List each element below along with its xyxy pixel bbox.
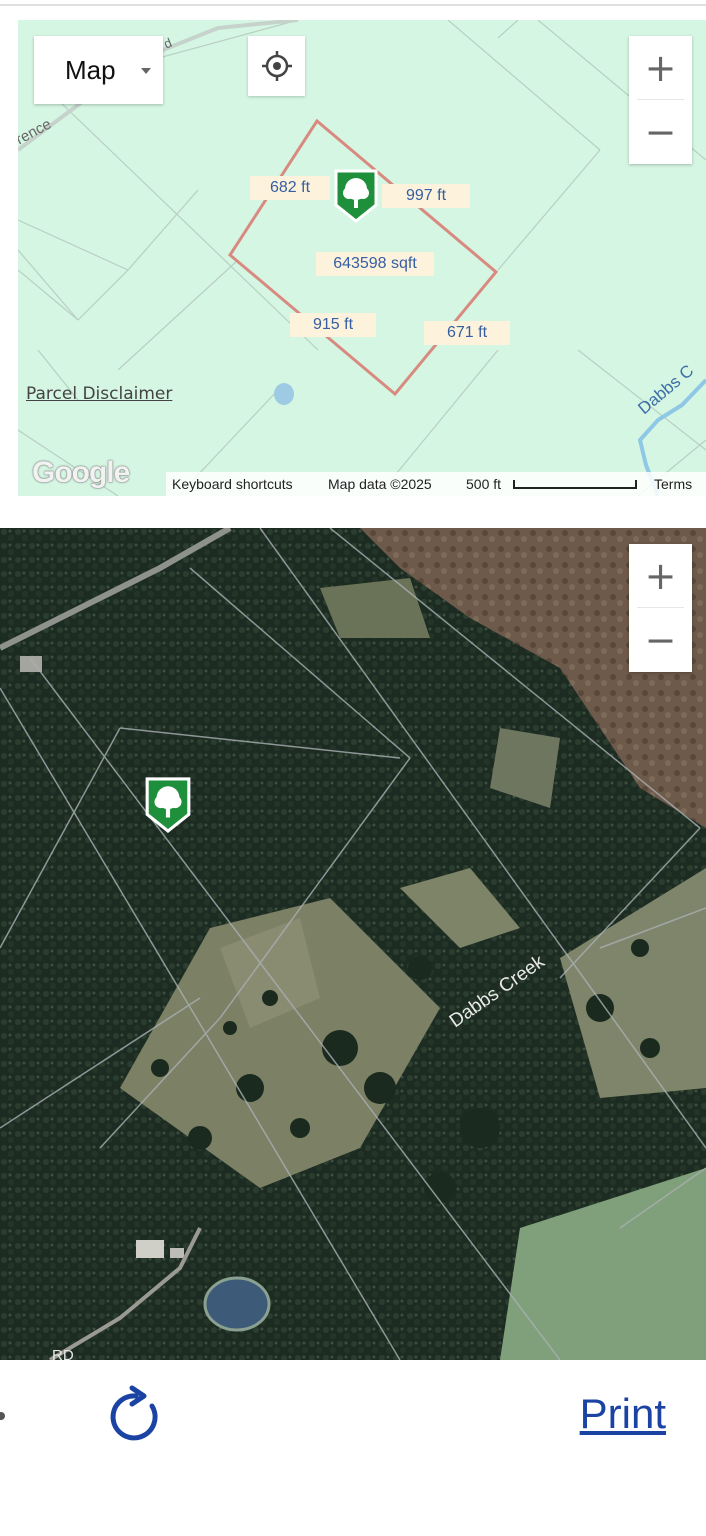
dimension-label-sw: 915 ft: [290, 313, 376, 337]
tree-pin-icon[interactable]: [332, 167, 380, 225]
area-label: 643598 sqft: [316, 252, 434, 276]
zoom-out-button[interactable]: −: [629, 100, 692, 163]
creek-label: Dabbs C: [634, 361, 697, 418]
scale-bar: [513, 480, 637, 489]
google-logo: Google: [32, 456, 130, 489]
satellite-imagery: Dabbs Creek RD: [0, 528, 706, 1360]
road-label: rence: [18, 116, 54, 149]
locate-button[interactable]: [248, 36, 305, 96]
refresh-button[interactable]: [110, 1380, 168, 1446]
zoom-in-button[interactable]: +: [629, 544, 692, 607]
parcel-disclaimer-link[interactable]: Parcel Disclaimer: [26, 384, 172, 404]
terms-link[interactable]: Terms: [654, 476, 692, 492]
pond: [274, 383, 294, 405]
refresh-icon: [110, 1385, 158, 1441]
satellite-map[interactable]: Dabbs Creek RD + −: [0, 528, 706, 1360]
tree-pin-icon[interactable]: [143, 774, 193, 836]
zoom-in-button[interactable]: +: [629, 36, 692, 99]
dimension-label-nw: 682 ft: [250, 176, 330, 200]
locate-icon: [261, 51, 292, 81]
map-attribution-bar: Keyboard shortcuts Map data ©2025 500 ft…: [166, 472, 706, 496]
top-divider: [0, 4, 706, 6]
print-link[interactable]: Print: [580, 1390, 666, 1438]
keyboard-shortcuts-link[interactable]: Keyboard shortcuts: [172, 476, 293, 492]
scale-label[interactable]: 500 ft: [466, 476, 501, 492]
dimension-label-se: 671 ft: [424, 321, 510, 345]
pond: [203, 1276, 271, 1332]
dimension-label-ne: 997 ft: [382, 184, 470, 208]
parcel-map[interactable]: rence d Dabbs C Map + − 682 ft 997 ft 64…: [18, 20, 706, 496]
zoom-controls: + −: [629, 36, 692, 164]
map-data-text: Map data ©2025: [328, 476, 432, 492]
dropdown-caret-icon: [141, 68, 151, 74]
zoom-out-button[interactable]: −: [629, 608, 692, 671]
page-indicator-dot: [0, 1412, 5, 1420]
map-type-label: Map: [65, 54, 116, 85]
map-type-selector[interactable]: Map: [34, 36, 163, 104]
bottom-toolbar: Print: [0, 1360, 706, 1536]
zoom-controls: + −: [629, 544, 692, 672]
road-label: RD: [52, 1347, 74, 1360]
